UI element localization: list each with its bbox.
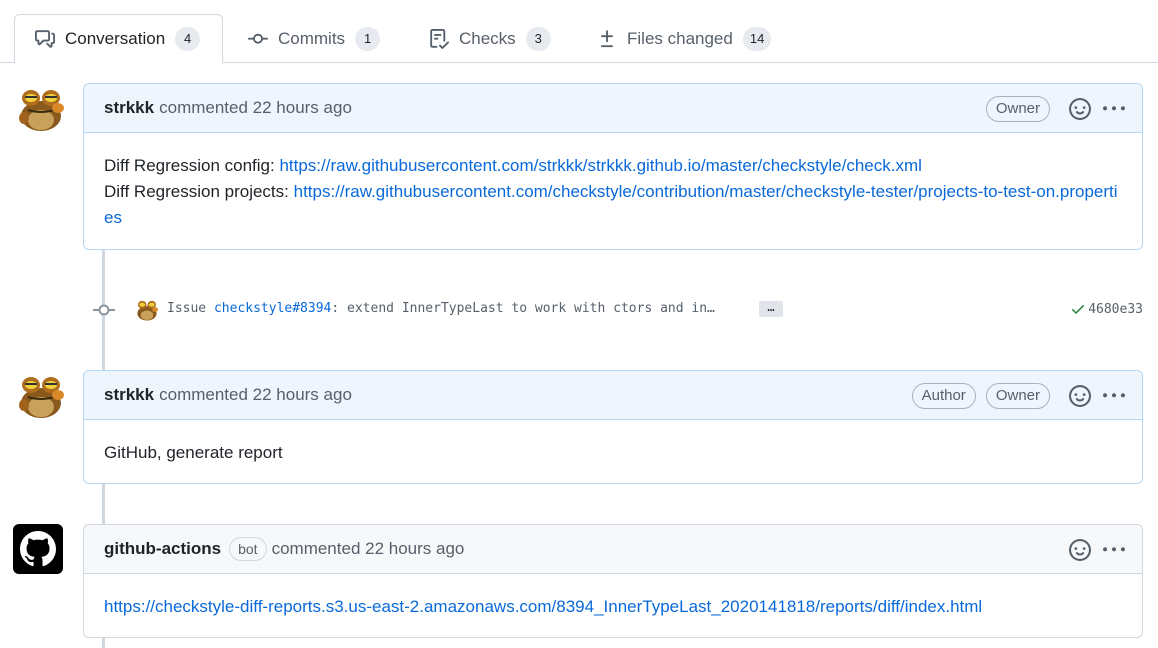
comment-line: Diff Regression config: https://raw.gith…: [104, 153, 1122, 179]
report-link[interactable]: https://checkstyle-diff-reports.s3.us-ea…: [104, 597, 982, 616]
kebab-menu-icon[interactable]: [1100, 382, 1128, 410]
comment-timestamp[interactable]: commented 22 hours ago: [159, 98, 352, 118]
tab-count: 4: [175, 27, 201, 51]
tab-label: Checks: [459, 29, 516, 48]
comment-timestamp[interactable]: commented 22 hours ago: [272, 539, 465, 559]
commit-message[interactable]: Issue checkstyle#8394: extend InnerTypeL…: [167, 301, 715, 316]
git-commit-icon: [248, 29, 268, 49]
avatar[interactable]: [16, 84, 66, 134]
smiley-icon[interactable]: [1066, 382, 1094, 410]
kebab-menu-icon[interactable]: [1100, 95, 1128, 123]
commit-rest: : extend InnerTypeLast to work with ctor…: [331, 301, 715, 316]
expand-commit-button[interactable]: …: [759, 301, 783, 317]
comment-line: Diff Regression projects: https://raw.gi…: [104, 179, 1122, 231]
owner-badge: Owner: [985, 95, 1050, 122]
projects-label: Diff Regression projects:: [104, 182, 294, 201]
comment-body: GitHub, generate report: [84, 420, 1142, 486]
comment-actions: [1060, 525, 1128, 574]
tab-files-changed[interactable]: Files changed 14: [577, 14, 791, 64]
comment-card: strkkk commented 22 hours ago Owner Diff…: [83, 83, 1143, 250]
commit-prefix: Issue: [167, 301, 214, 316]
commit-status: 4680e33: [1070, 301, 1143, 317]
comment-author[interactable]: strkkk: [104, 385, 154, 405]
comment-discussion-icon: [35, 29, 55, 49]
comment-body: Diff Regression config: https://raw.gith…: [84, 133, 1142, 251]
bot-badge: bot: [229, 537, 267, 561]
tab-label: Files changed: [627, 29, 733, 48]
github-logo-icon[interactable]: [13, 524, 63, 574]
tab-count: 3: [525, 27, 551, 51]
file-diff-icon: [597, 29, 617, 49]
kebab-menu-icon[interactable]: [1100, 536, 1128, 564]
tab-label: Commits: [278, 29, 346, 48]
smiley-icon[interactable]: [1066, 95, 1094, 123]
commit-sha[interactable]: 4680e33: [1088, 302, 1143, 317]
tab-label: Conversation: [65, 29, 166, 48]
comment-body: https://checkstyle-diff-reports.s3.us-ea…: [84, 574, 1142, 640]
git-commit-icon: [93, 301, 115, 319]
comment-author[interactable]: github-actions: [104, 539, 221, 559]
issue-link[interactable]: checkstyle#8394: [214, 301, 331, 316]
comment-author[interactable]: strkkk: [104, 98, 154, 118]
comment-card: github-actions bot commented 22 hours ag…: [83, 524, 1143, 638]
comment-actions: Author Owner: [911, 371, 1128, 420]
comment-header: strkkk commented 22 hours ago Owner: [84, 84, 1142, 133]
pr-tab-bar: Conversation 4 Commits 1 Checks 3 Files …: [0, 0, 1158, 64]
comment-card: strkkk commented 22 hours ago Author Own…: [83, 370, 1143, 484]
timeline-line: [102, 484, 105, 524]
avatar[interactable]: [16, 371, 66, 421]
check-icon[interactable]: [1070, 301, 1086, 317]
owner-badge: Owner: [985, 382, 1050, 409]
comment-timestamp[interactable]: commented 22 hours ago: [159, 385, 352, 405]
config-link[interactable]: https://raw.githubusercontent.com/strkkk…: [279, 156, 921, 175]
tab-count: 1: [355, 27, 381, 51]
tab-checks[interactable]: Checks 3: [409, 14, 571, 64]
comment-header: github-actions bot commented 22 hours ag…: [84, 525, 1142, 574]
tab-conversation[interactable]: Conversation 4: [14, 14, 223, 64]
smiley-icon[interactable]: [1066, 536, 1094, 564]
comment-actions: Owner: [985, 84, 1128, 133]
comment-header: strkkk commented 22 hours ago Author Own…: [84, 371, 1142, 420]
tab-count: 14: [742, 27, 772, 51]
config-label: Diff Regression config:: [104, 156, 280, 175]
avatar[interactable]: [135, 298, 159, 322]
author-badge: Author: [911, 382, 976, 409]
checklist-icon: [429, 29, 449, 49]
comment-text: GitHub, generate report: [104, 443, 283, 462]
tab-commits[interactable]: Commits 1: [228, 14, 400, 64]
commit-event: Issue checkstyle#8394: extend InnerTypeL…: [0, 292, 1158, 328]
